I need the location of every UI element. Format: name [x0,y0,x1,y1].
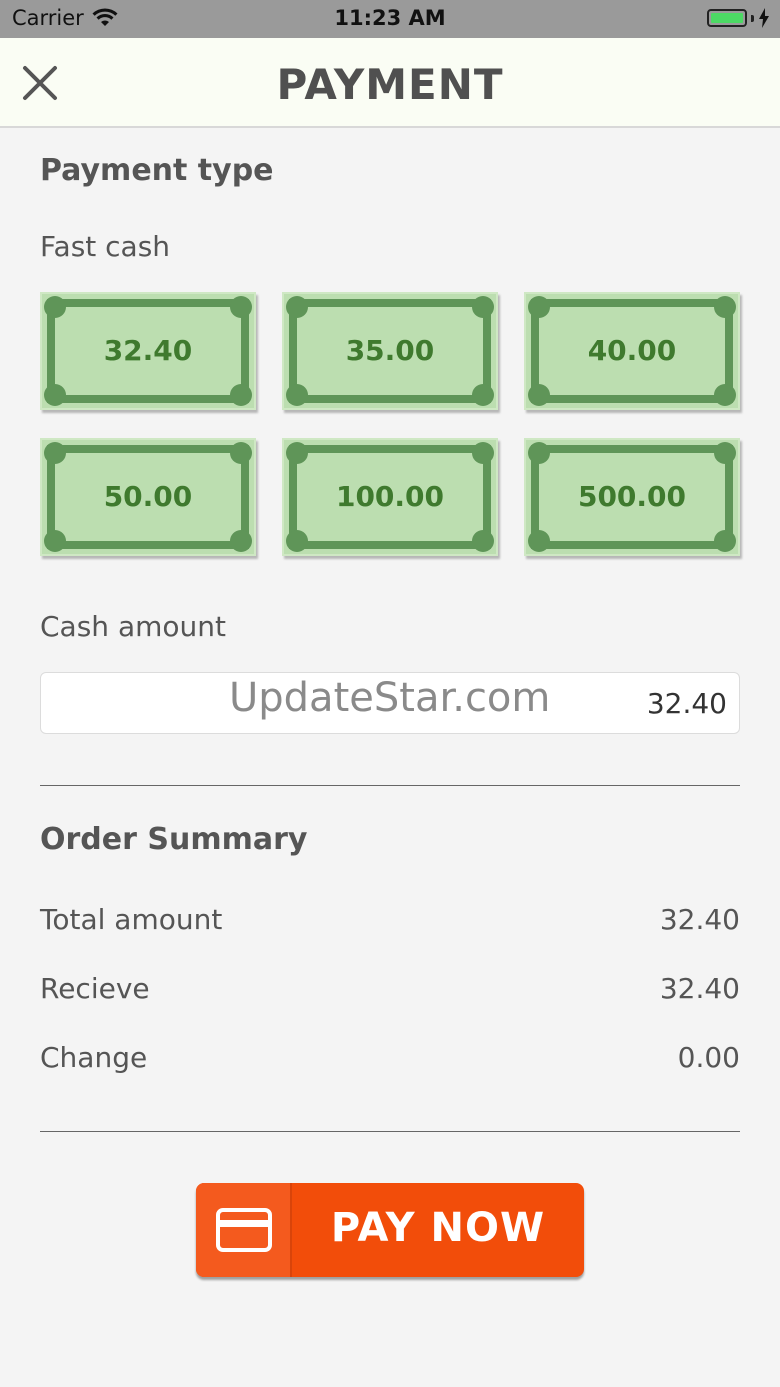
cash-amount-field[interactable]: UpdateStar.com [40,672,740,734]
fast-cash-note-button[interactable]: 50.00 [40,438,256,556]
divider [40,1131,740,1132]
summary-value: 0.00 [677,1041,740,1074]
summary-value: 32.40 [659,903,740,936]
fast-cash-note-button[interactable]: 32.40 [40,292,256,410]
battery-icon [707,9,747,27]
page-title: PAYMENT [276,60,504,109]
summary-label: Recieve [40,972,150,1005]
pay-now-label: PAY NOW [330,1205,546,1251]
credit-card-icon [216,1208,272,1252]
pay-now-button[interactable]: PAY NOW [196,1183,584,1277]
summary-value: 32.40 [659,972,740,1005]
header: PAYMENT [0,38,780,128]
note-amount: 40.00 [587,334,677,367]
watermark: UpdateStar.com [229,675,551,721]
charging-bolt-icon [759,8,769,28]
cash-amount-input[interactable] [527,687,727,720]
payment-type-heading: Payment type [40,153,274,188]
fast-cash-note-button[interactable]: 100.00 [282,438,498,556]
cash-amount-label: Cash amount [40,610,226,643]
summary-label: Total amount [40,903,223,936]
divider [40,785,740,786]
note-amount: 500.00 [577,480,687,513]
status-bar: Carrier 11:23 AM [0,0,780,38]
status-time: 11:23 AM [334,6,446,30]
note-amount: 32.40 [103,334,193,367]
fast-cash-note-button[interactable]: 40.00 [524,292,740,410]
order-summary-heading: Order Summary [40,822,308,857]
note-amount: 50.00 [103,480,193,513]
battery-indicator [707,8,770,28]
note-amount: 35.00 [345,334,435,367]
summary-label: Change [40,1041,148,1074]
fast-cash-note-button[interactable]: 500.00 [524,438,740,556]
fast-cash-note-button[interactable]: 35.00 [282,292,498,410]
note-amount: 100.00 [335,480,445,513]
fast-cash-label: Fast cash [40,230,171,263]
